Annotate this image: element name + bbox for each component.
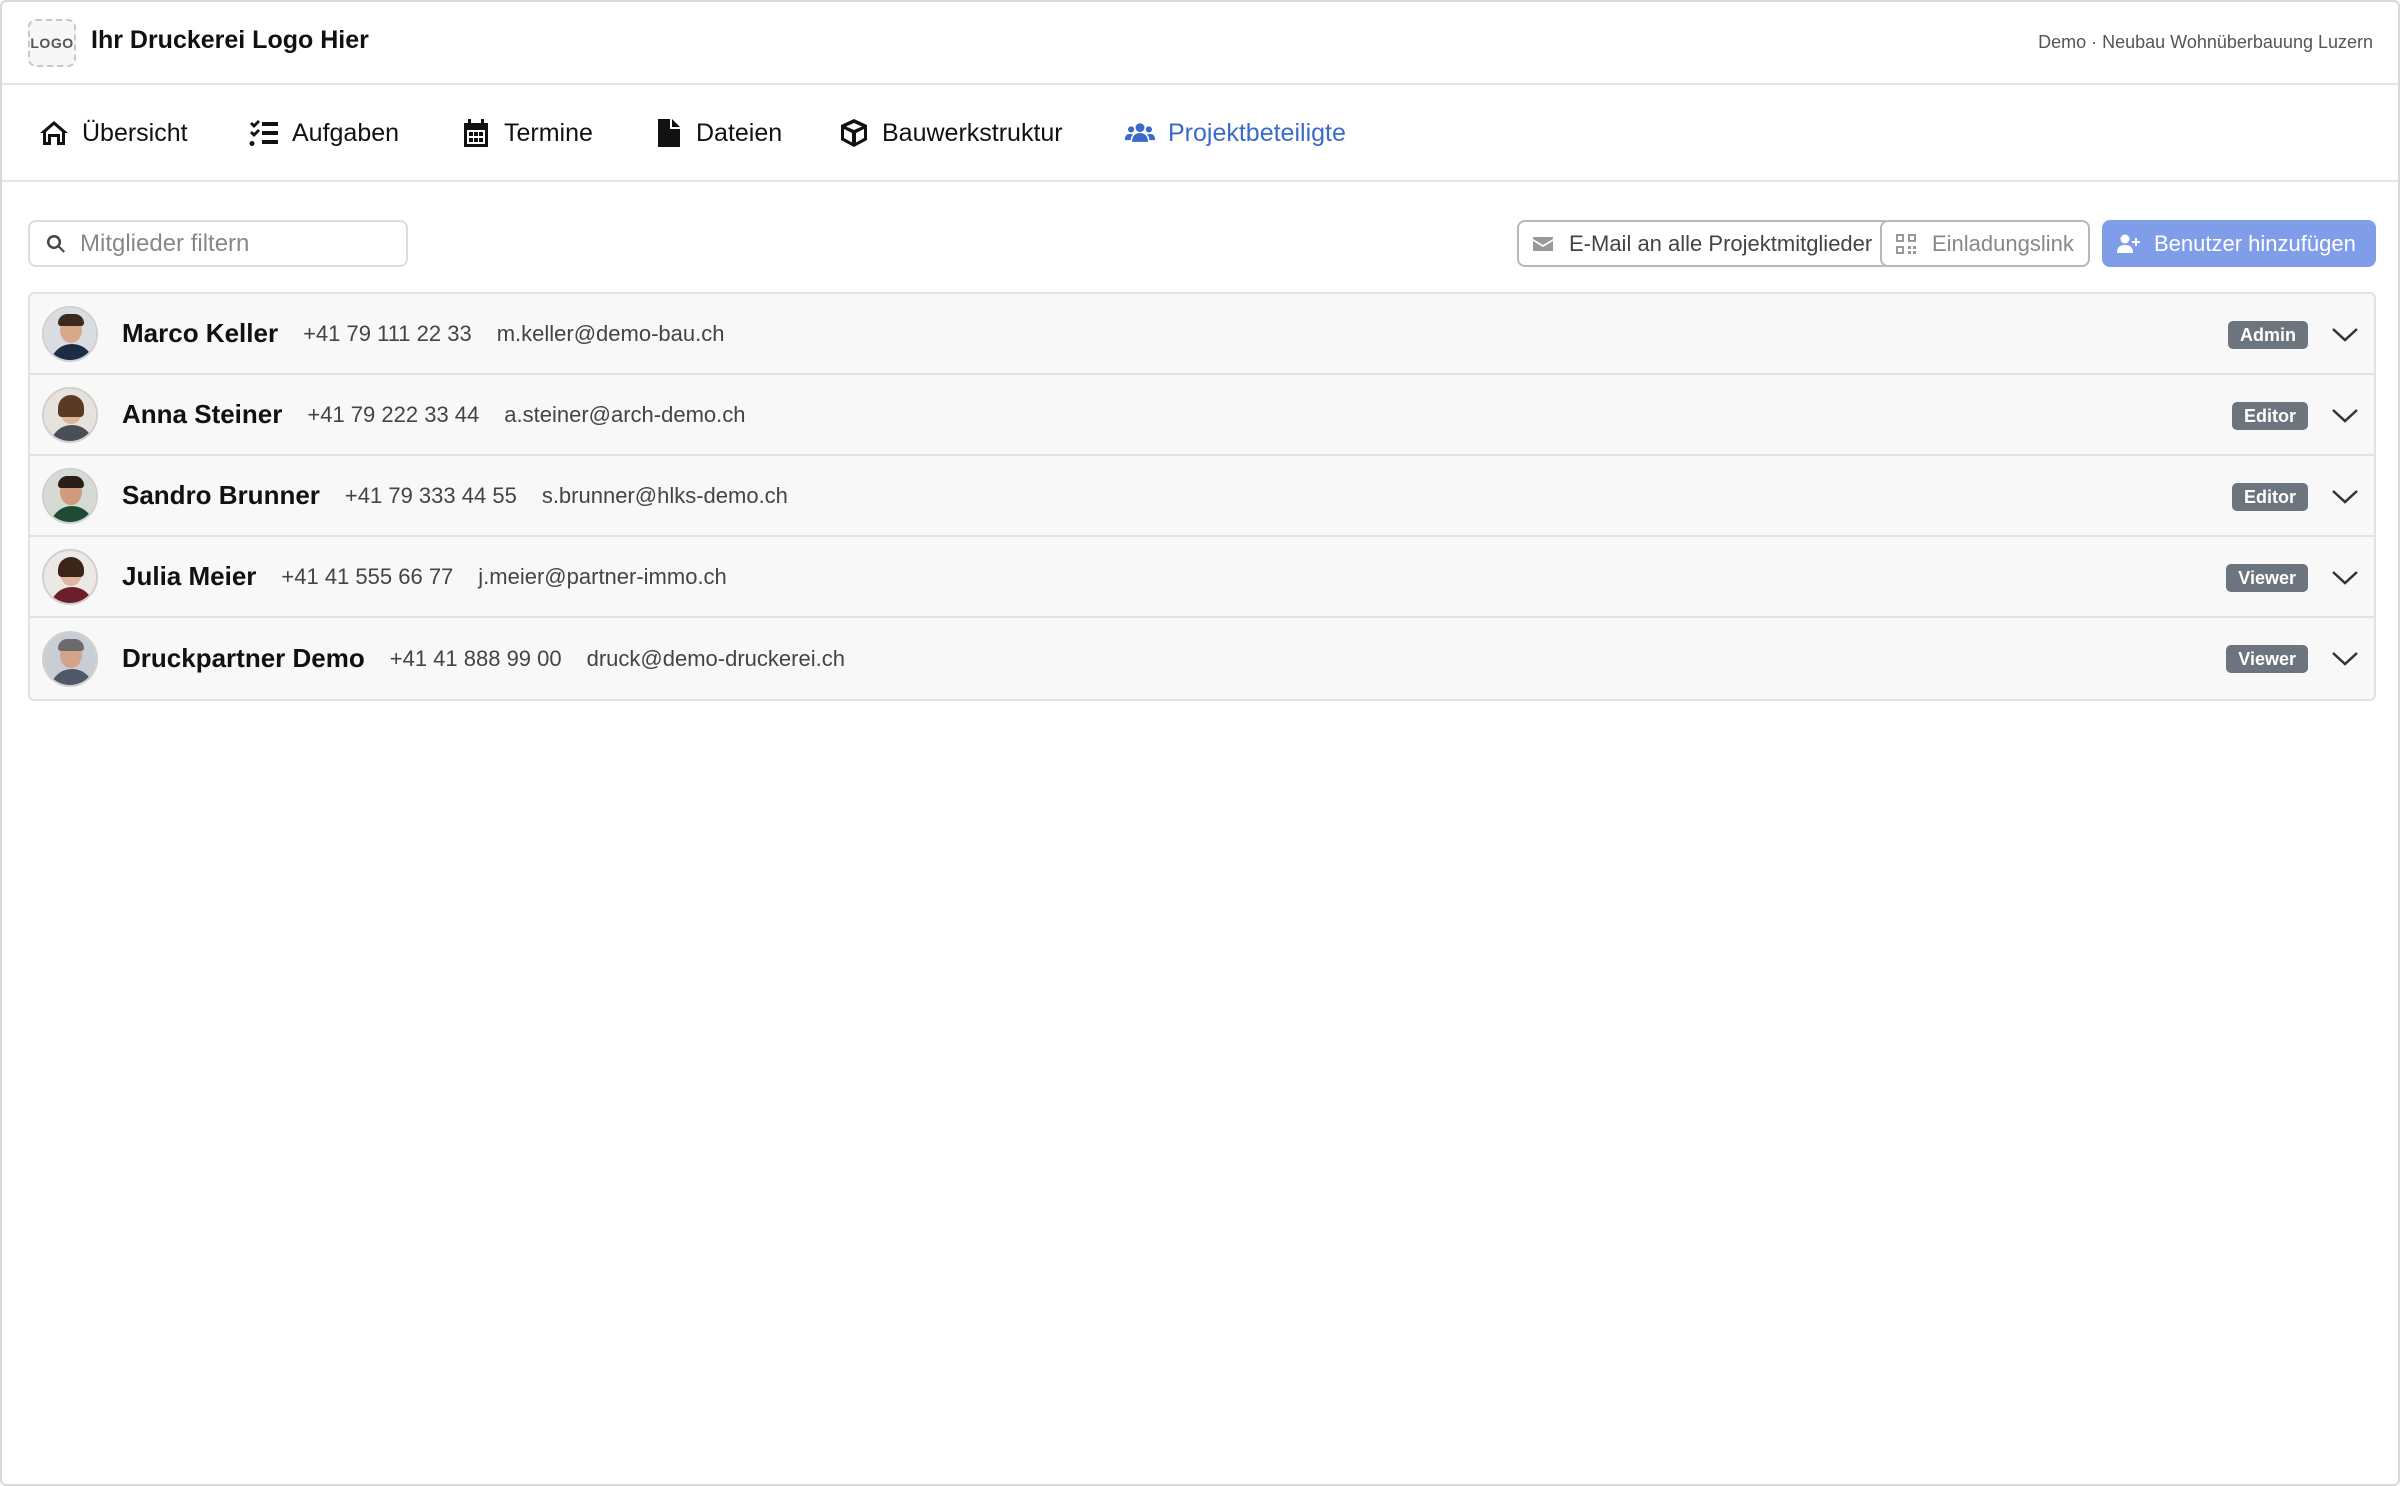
chevron-down-icon [2332,328,2358,342]
expand-toggle[interactable] [2331,646,2359,670]
avatar [42,386,98,443]
member-row[interactable]: Anna Steiner +41 79 222 33 44 a.steiner@… [30,375,2374,456]
role-badge: Editor [2232,402,2308,430]
envelope-icon [1533,236,1553,251]
member-email: j.meier@partner-immo.ch [478,563,727,589]
tab-label: Termine [504,118,593,147]
add-user-button[interactable]: Benutzer hinzufügen [2102,220,2376,267]
home-icon [40,121,68,145]
avatar [42,548,98,605]
search-input[interactable] [80,229,400,258]
member-phone: +41 41 555 66 77 [281,563,454,589]
avatar [42,630,98,687]
member-name: Julia Meier [122,561,257,591]
tab-label: Übersicht [82,118,188,147]
member-row[interactable]: Sandro Brunner +41 79 333 44 55 s.brunne… [30,456,2374,537]
logo-placeholder: LOGO [28,19,76,67]
search-icon [46,234,65,253]
member-phone: +41 79 111 22 33 [303,320,472,346]
users-icon [1124,123,1156,142]
qr-code-icon [1896,233,1916,254]
member-email: s.brunner@hlks-demo.ch [541,482,788,508]
calendar-icon [464,119,488,147]
tab-projektbeteiligte[interactable]: Projektbeteiligte [1124,115,1346,151]
tab-label: Aufgaben [292,118,400,147]
member-list: Marco Keller +41 79 111 22 33 m.keller@d… [28,292,2376,701]
chevron-down-icon [2332,652,2358,666]
invite-link-label: Einladungslink [1932,230,2074,256]
member-name: Sandro Brunner [122,480,320,510]
add-user-label: Benutzer hinzufügen [2154,230,2356,256]
tab-label: Bauwerkstruktur [882,118,1063,147]
member-name: Druckpartner Demo [122,643,365,673]
member-row[interactable]: Druckpartner Demo +41 41 888 99 00 druck… [30,618,2374,699]
invite-link-button[interactable]: Einladungslink [1880,220,2090,267]
tab-aufgaben[interactable]: Aufgaben [248,115,399,151]
member-email: a.steiner@arch-demo.ch [504,401,746,427]
email-all-label: E-Mail an alle Projektmitglieder [1569,230,1873,256]
role-badge: Viewer [2226,564,2308,592]
brand-name: Ihr Druckerei Logo Hier [91,26,369,54]
chevron-down-icon [2332,490,2358,504]
expand-toggle[interactable] [2331,565,2359,589]
tab-termine[interactable]: Termine [460,115,593,151]
expand-toggle[interactable] [2331,403,2359,427]
member-row[interactable]: Marco Keller +41 79 111 22 33 m.keller@d… [30,294,2374,375]
user-plus-icon [2117,234,2140,253]
role-badge: Viewer [2226,645,2308,673]
email-all-button[interactable]: E-Mail an alle Projektmitglieder [1517,220,1892,267]
chevron-down-icon [2332,571,2358,585]
expand-toggle[interactable] [2331,322,2359,346]
chevron-down-icon [2332,409,2358,423]
member-name: Anna Steiner [122,399,283,429]
member-filter[interactable] [28,220,408,267]
project-info: Demo · Neubau Wohnüberbauung Luzern [2038,32,2373,52]
tab-dateien[interactable]: Dateien [652,115,782,151]
member-name: Marco Keller [122,318,279,348]
tab-label: Dateien [696,118,783,147]
member-phone: +41 41 888 99 00 [389,645,562,671]
app-window: LOGO Ihr Druckerei Logo Hier Demo · Neub… [0,0,2400,1486]
tab-bauwerkstruktur[interactable]: Bauwerkstruktur [838,115,1063,151]
tab-label: Projektbeteiligte [1168,118,1346,147]
member-email: m.keller@demo-bau.ch [496,320,725,346]
role-badge: Editor [2232,483,2308,511]
role-badge: Admin [2228,321,2308,349]
main-tabs: Übersicht Aufgaben Termine Dateien Bauwe… [2,85,2398,182]
avatar [42,305,98,362]
member-email: druck@demo-druckerei.ch [586,645,845,671]
tab-uebersicht[interactable]: Übersicht [38,115,188,151]
expand-toggle[interactable] [2331,484,2359,508]
cube-icon [841,119,867,147]
avatar [42,467,98,524]
member-row[interactable]: Julia Meier +41 41 555 66 77 j.meier@par… [30,537,2374,618]
member-phone: +41 79 333 44 55 [344,482,517,508]
task-list-icon [249,120,278,146]
member-phone: +41 79 222 33 44 [307,401,480,427]
app-header: LOGO Ihr Druckerei Logo Hier Demo · Neub… [2,2,2398,85]
file-icon [658,119,680,147]
